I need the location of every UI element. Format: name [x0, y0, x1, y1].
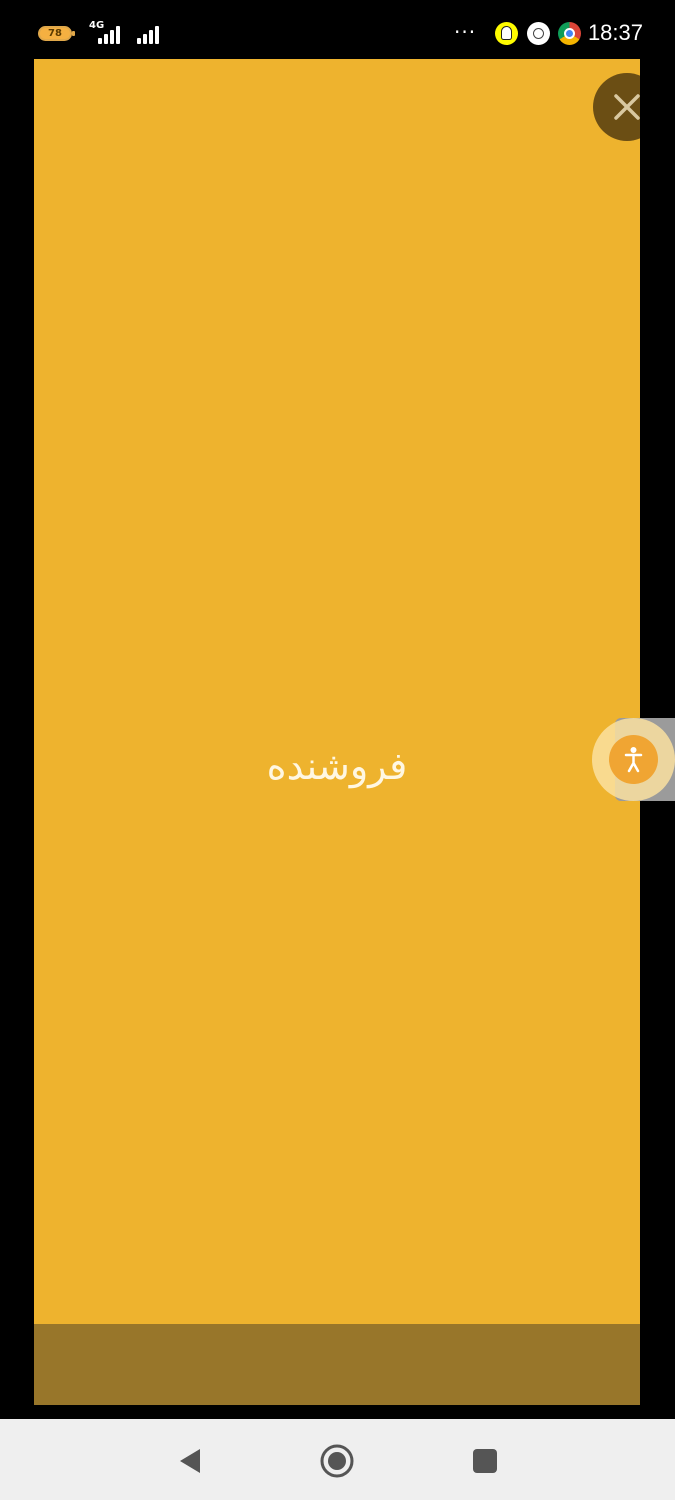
sync-icon: [527, 22, 550, 45]
home-icon[interactable]: [317, 1441, 357, 1481]
signal-strength-icon: [137, 24, 159, 44]
system-nav-bar: [0, 1419, 675, 1500]
close-button[interactable]: [593, 73, 640, 141]
back-icon[interactable]: [170, 1441, 210, 1481]
close-icon: [614, 94, 640, 120]
accessibility-button-inner: [609, 735, 658, 784]
signal-strength-icon: [98, 24, 120, 44]
close-button-clip: [0, 59, 640, 1405]
status-clock: 18:37: [587, 20, 643, 45]
status-bar: 78 4G ··· 18:37: [0, 0, 675, 60]
accessibility-button[interactable]: [592, 718, 675, 801]
chrome-icon: [558, 22, 581, 45]
more-notifications-icon: ···: [454, 20, 477, 44]
phone-screen: 78 4G ··· 18:37 فروشنده: [0, 0, 675, 1500]
snapchat-icon: [495, 22, 518, 45]
battery-level: 78: [48, 28, 62, 39]
battery-icon: 78: [38, 26, 75, 41]
accessibility-icon: [624, 747, 643, 773]
recents-icon[interactable]: [465, 1441, 505, 1481]
